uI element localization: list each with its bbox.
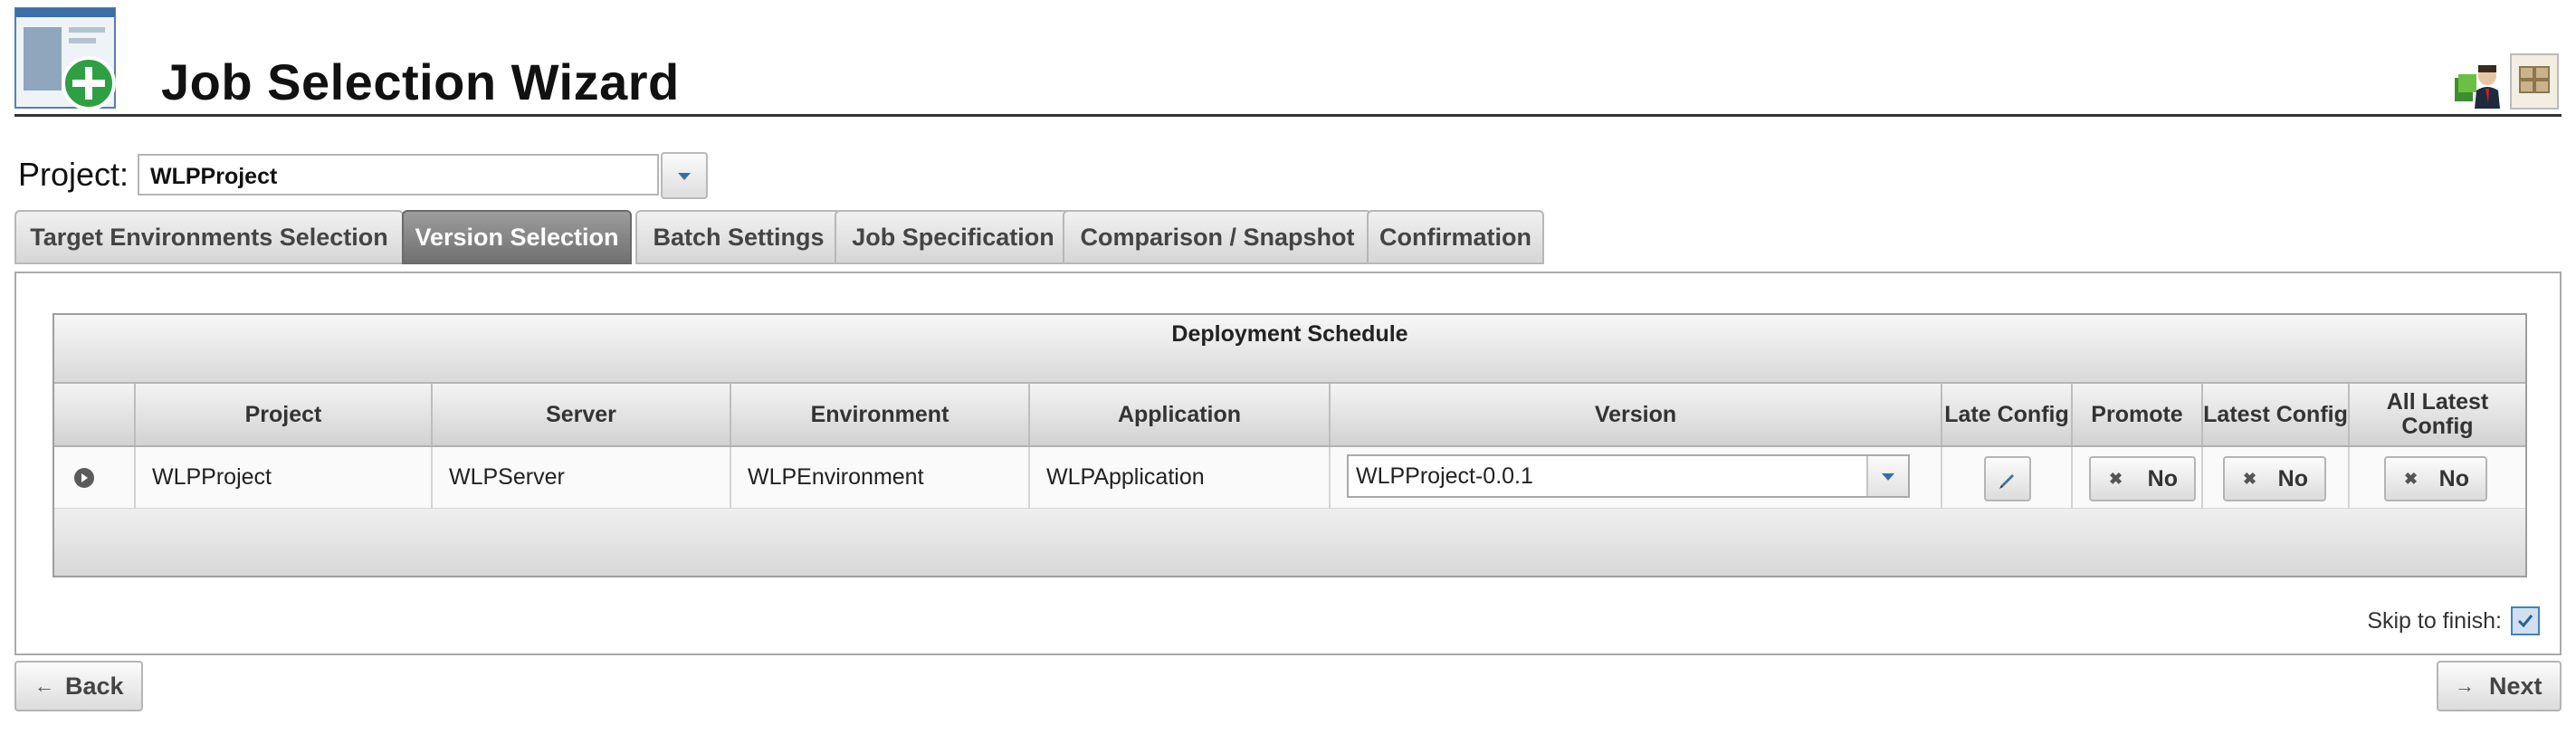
pencil-icon xyxy=(1999,474,2014,489)
x-icon: ✖ xyxy=(2243,470,2257,488)
late-config-edit-button[interactable] xyxy=(1984,456,2031,501)
arrow-left-icon: ← xyxy=(34,674,54,697)
next-button[interactable]: → Next xyxy=(2437,661,2562,711)
user-icons xyxy=(2453,52,2562,112)
x-icon: ✖ xyxy=(2404,470,2419,488)
column-header-all-latest-config[interactable]: All Latest Config xyxy=(2348,384,2525,445)
back-button[interactable]: ← Back xyxy=(14,661,143,711)
tab-confirmation[interactable]: Confirmation xyxy=(1367,210,1544,264)
grid-header-row: Project Server Environment Application V… xyxy=(54,384,2525,447)
cell-late-config xyxy=(1941,447,2071,509)
latest-config-no-button[interactable]: ✖ No xyxy=(2223,456,2326,501)
cell-server: WLPServer xyxy=(431,447,730,509)
project-value[interactable]: WLPProject xyxy=(150,164,277,190)
version-value[interactable]: WLPProject-0.0.1 xyxy=(1356,456,1533,496)
version-combobox[interactable]: WLPProject-0.0.1 xyxy=(1347,454,1910,498)
cell-version: WLPProject-0.0.1 xyxy=(1329,447,1941,509)
package-icon[interactable] xyxy=(2509,52,2560,110)
version-selection-panel: Deployment Schedule Project Server Envir… xyxy=(14,272,2562,655)
all-latest-config-no-button[interactable]: ✖ No xyxy=(2384,456,2487,501)
skip-to-finish-label: Skip to finish: xyxy=(2367,608,2502,634)
latest-config-label: No xyxy=(2277,466,2308,491)
page-title: Job Selection Wizard xyxy=(161,53,680,110)
tab-comparison-snapshot[interactable]: Comparison / Snapshot xyxy=(1063,210,1372,264)
cell-project: WLPProject xyxy=(134,447,431,509)
project-label: Project: xyxy=(18,156,129,193)
deployment-schedule-grid: Deployment Schedule Project Server Envir… xyxy=(52,313,2527,577)
cell-all-latest-config: ✖ No xyxy=(2348,447,2525,509)
column-header-version[interactable]: Version xyxy=(1329,384,1941,445)
tab-target-environments-selection[interactable]: Target Environments Selection xyxy=(14,210,404,264)
version-dropdown-button[interactable] xyxy=(1866,456,1908,496)
project-dropdown-button[interactable] xyxy=(661,152,708,199)
grid-footer xyxy=(54,509,2525,576)
promote-label: No xyxy=(2147,466,2178,491)
column-header-project[interactable]: Project xyxy=(134,384,431,445)
table-row: WLPProject WLPServer WLPEnvironment WLPA… xyxy=(54,447,2525,509)
wizard-header: Job Selection Wizard xyxy=(14,7,2562,117)
wizard-tabs: Target Environments Selection Version Se… xyxy=(14,210,1644,264)
grid-caption: Deployment Schedule xyxy=(54,315,2525,384)
next-label: Next xyxy=(2489,672,2543,700)
column-header-late-config[interactable]: Late Config xyxy=(1941,384,2071,445)
project-combobox[interactable]: WLPProject xyxy=(138,154,659,196)
cell-latest-config: ✖ No xyxy=(2201,447,2348,509)
tab-version-selection[interactable]: Version Selection xyxy=(402,210,632,264)
project-selector: Project: WLPProject xyxy=(18,152,708,199)
arrow-right-icon: → xyxy=(2455,674,2475,697)
column-header-environment[interactable]: Environment xyxy=(730,384,1028,445)
cell-environment: WLPEnvironment xyxy=(730,447,1028,509)
tab-batch-settings[interactable]: Batch Settings xyxy=(635,210,842,264)
expander-cell xyxy=(54,447,134,509)
expand-icon[interactable] xyxy=(74,468,94,488)
column-header-promote[interactable]: Promote xyxy=(2071,384,2201,445)
cell-application: WLPApplication xyxy=(1028,447,1329,509)
chevron-down-icon xyxy=(1882,473,1894,481)
chevron-down-icon xyxy=(678,173,691,180)
all-latest-config-label: No xyxy=(2438,466,2469,491)
cell-promote: ✖ No xyxy=(2071,447,2201,509)
skip-to-finish-checkbox[interactable] xyxy=(2511,606,2540,635)
check-icon xyxy=(2517,615,2533,628)
column-header-latest-config[interactable]: Latest Config xyxy=(2201,384,2348,445)
wizard-add-icon xyxy=(14,7,116,110)
column-header-application[interactable]: Application xyxy=(1028,384,1329,445)
back-label: Back xyxy=(65,672,124,700)
tab-job-specification[interactable]: Job Specification xyxy=(835,210,1072,264)
promote-no-button[interactable]: ✖ No xyxy=(2089,456,2196,501)
user-icon[interactable] xyxy=(2453,56,2507,110)
column-header-server[interactable]: Server xyxy=(431,384,730,445)
x-icon: ✖ xyxy=(2109,470,2123,488)
column-header-expander xyxy=(54,384,134,445)
